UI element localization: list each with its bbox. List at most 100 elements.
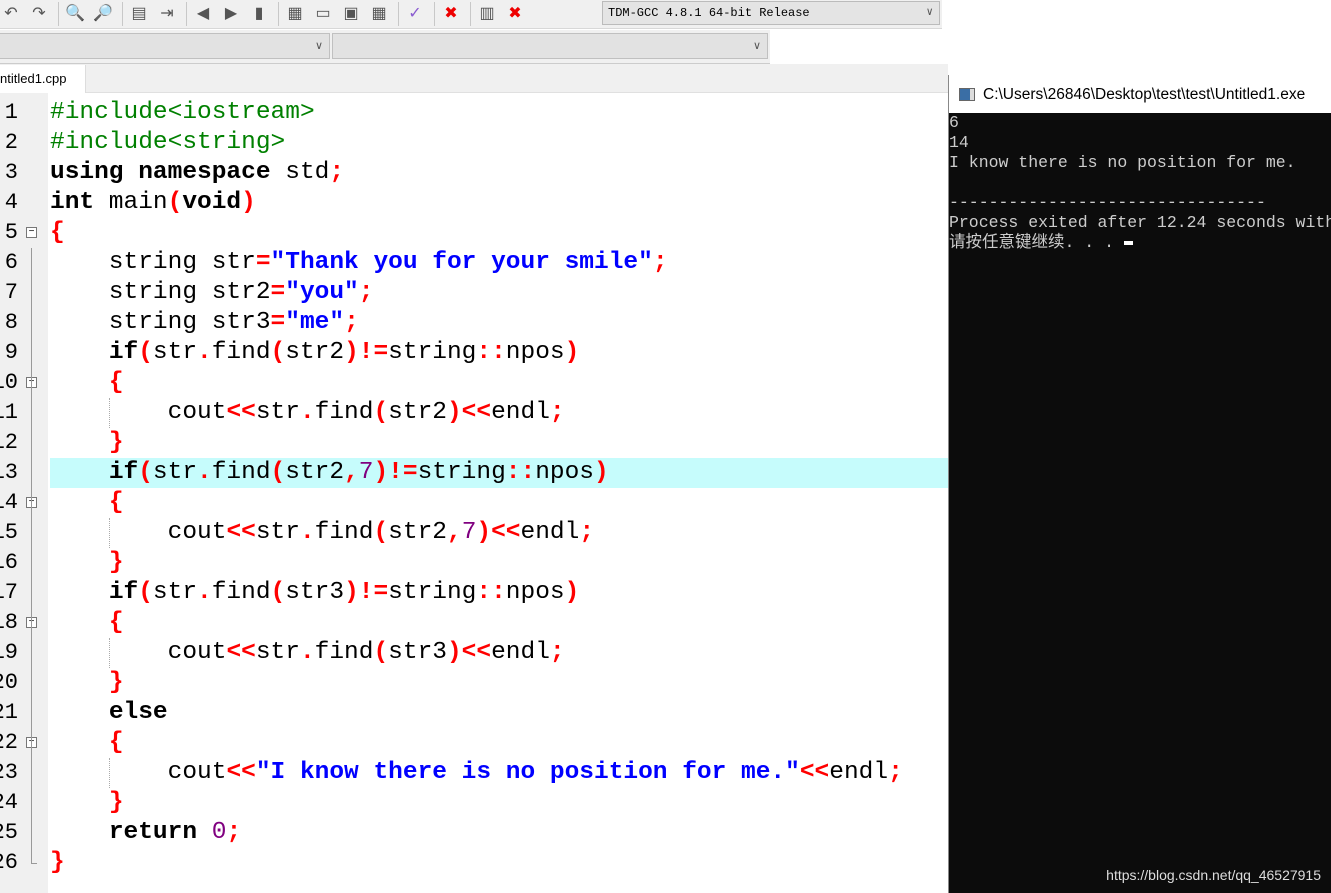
indent-icon[interactable]: ▤ bbox=[128, 3, 150, 25]
toolbar-separator bbox=[434, 2, 435, 26]
line-number: 5 bbox=[4, 220, 18, 245]
fold-line bbox=[31, 638, 32, 668]
code-line[interactable]: 2 #include<string> bbox=[0, 128, 948, 158]
code-line[interactable]: 12 } bbox=[0, 428, 948, 458]
code-token: ; bbox=[358, 279, 374, 306]
chevron-down-icon: ∨ bbox=[752, 40, 761, 52]
line-number: 8 bbox=[4, 310, 18, 335]
bookmark-forward-icon[interactable]: ▶ bbox=[220, 3, 242, 25]
code-line[interactable]: 13 if(str.find(str2,7)!=string::npos) bbox=[0, 458, 948, 488]
code-token: find bbox=[211, 579, 271, 606]
code-line[interactable]: 8 string str3="me"; bbox=[0, 308, 948, 338]
code-editor[interactable]: 1 #include<iostream> 2 #include<string> 3 usi… bbox=[0, 98, 948, 878]
code-line[interactable]: 6 string str="Thank you for your smile"; bbox=[0, 248, 948, 278]
code-token: string bbox=[388, 579, 477, 606]
view-icon[interactable]: ▦ bbox=[368, 3, 390, 25]
compiler-select[interactable]: TDM-GCC 4.8.1 64-bit Release ∨ bbox=[602, 1, 940, 25]
code-token: ( bbox=[138, 339, 153, 366]
code-token: ; bbox=[888, 759, 903, 786]
fold-line bbox=[31, 818, 32, 848]
code-line[interactable]: 5− { bbox=[0, 218, 948, 248]
fold-line bbox=[31, 338, 32, 368]
class-select[interactable]: ∨ bbox=[0, 33, 330, 59]
new-project-icon[interactable]: ▦ bbox=[284, 3, 306, 25]
fold-line bbox=[31, 698, 32, 728]
code-token: )!= bbox=[344, 339, 389, 366]
code-line[interactable]: 15 cout<<str.find(str2,7)<<endl; bbox=[0, 518, 948, 548]
code-token: << bbox=[226, 399, 256, 426]
bookmark-icon[interactable]: ▮ bbox=[248, 3, 270, 25]
code-text: #include<string> bbox=[50, 128, 948, 158]
line-number: 10 bbox=[0, 370, 18, 395]
code-line[interactable]: 4 int main(void) bbox=[0, 188, 948, 218]
code-line[interactable]: 3 using namespace std; bbox=[0, 158, 948, 188]
code-line[interactable]: 21 else bbox=[0, 698, 948, 728]
code-token: npos bbox=[505, 339, 565, 366]
code-text: else bbox=[50, 698, 948, 728]
console-window: C:\Users\26846\Desktop\test\test\Untitle… bbox=[948, 75, 1331, 893]
console-line: 6 bbox=[949, 113, 959, 132]
code-line[interactable]: 17 if(str.find(str3)!=string::npos) bbox=[0, 578, 948, 608]
code-line[interactable]: 24 } bbox=[0, 788, 948, 818]
code-line[interactable]: 10− { bbox=[0, 368, 948, 398]
undo-icon[interactable]: ↶ bbox=[0, 3, 22, 25]
bookmark-back-icon[interactable]: ◀ bbox=[192, 3, 214, 25]
code-text: { bbox=[50, 488, 948, 518]
code-token: . bbox=[197, 579, 212, 606]
code-line[interactable]: 14− { bbox=[0, 488, 948, 518]
code-token: ( bbox=[167, 189, 183, 216]
code-token: endl bbox=[520, 519, 580, 546]
replace-icon[interactable]: 🔎 bbox=[92, 3, 114, 25]
code-line[interactable]: 9 if(str.find(str2)!=string::npos) bbox=[0, 338, 948, 368]
code-token: , bbox=[344, 459, 359, 486]
code-line[interactable]: 1 #include<iostream> bbox=[0, 98, 948, 128]
code-token: using bbox=[50, 159, 124, 186]
code-token: str2 bbox=[388, 399, 447, 426]
unindent-icon[interactable]: ⇥ bbox=[156, 3, 178, 25]
tab-bar: ntitled1.cpp bbox=[0, 64, 948, 93]
code-text: } bbox=[50, 668, 948, 698]
code-line[interactable]: 25 return 0; bbox=[0, 818, 948, 848]
code-token: void bbox=[182, 189, 242, 216]
code-token: ; bbox=[329, 159, 345, 186]
console-app-icon bbox=[959, 88, 975, 101]
redo-icon[interactable]: ↷ bbox=[28, 3, 50, 25]
fold-line bbox=[31, 278, 32, 308]
window-icon[interactable]: ▭ bbox=[312, 3, 334, 25]
code-token: "you" bbox=[285, 279, 359, 306]
delete-icon[interactable]: ✖ bbox=[440, 3, 462, 25]
check-syntax-icon[interactable]: ✓ bbox=[404, 3, 426, 25]
code-token: ; bbox=[549, 399, 565, 426]
code-line[interactable]: 22− { bbox=[0, 728, 948, 758]
code-token: ) bbox=[241, 189, 256, 216]
options-icon[interactable]: ▣ bbox=[340, 3, 362, 25]
code-line[interactable]: 18− { bbox=[0, 608, 948, 638]
code-line[interactable]: 16 } bbox=[0, 548, 948, 578]
code-token: { bbox=[108, 729, 124, 756]
code-line[interactable]: 23 cout<<"I know there is no position fo… bbox=[0, 758, 948, 788]
console-title: C:\Users\26846\Desktop\test\test\Untitle… bbox=[983, 86, 1306, 103]
line-number: 14 bbox=[0, 490, 18, 515]
code-line[interactable]: 11 cout<<str.find(str2)<<endl; bbox=[0, 398, 948, 428]
toolbar-separator bbox=[122, 2, 123, 26]
code-line[interactable]: 7 string str2="you"; bbox=[0, 278, 948, 308]
code-token: ; bbox=[226, 819, 242, 846]
code-line[interactable]: 19 cout<<str.find(str3)<<endl; bbox=[0, 638, 948, 668]
code-token: = bbox=[255, 249, 271, 276]
debug-stop-icon[interactable]: ✖ bbox=[504, 3, 526, 25]
toolbar-separator bbox=[58, 2, 59, 26]
code-token: if bbox=[108, 459, 139, 486]
chart-icon[interactable]: ▥ bbox=[476, 3, 498, 25]
code-token: } bbox=[50, 849, 65, 876]
fold-toggle-icon[interactable]: − bbox=[26, 227, 37, 238]
find-icon[interactable]: 🔍 bbox=[64, 3, 86, 25]
line-number: 6 bbox=[4, 250, 18, 275]
code-line[interactable]: 20 } bbox=[0, 668, 948, 698]
code-token: find bbox=[314, 399, 374, 426]
member-select[interactable]: ∨ bbox=[332, 33, 768, 59]
code-line[interactable]: 26} bbox=[0, 848, 948, 878]
code-text: string str3="me"; bbox=[50, 308, 948, 338]
tab-untitled1[interactable]: ntitled1.cpp bbox=[0, 65, 86, 93]
